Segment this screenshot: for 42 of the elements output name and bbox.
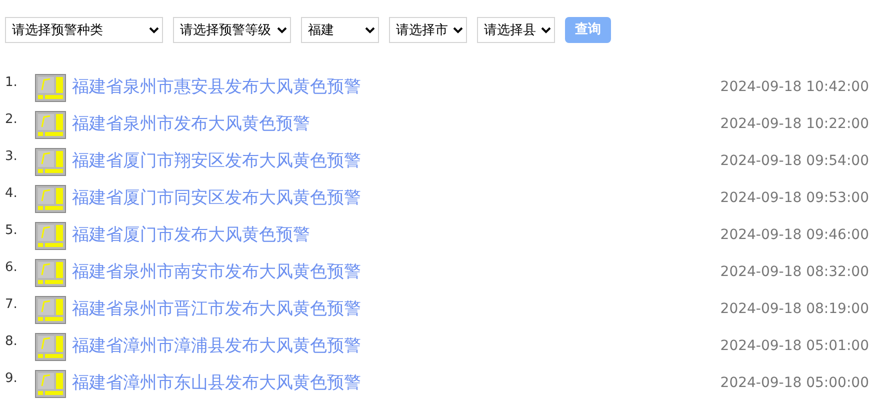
filter-dropdown[interactable]: 请选择县 bbox=[477, 17, 555, 43]
list-number: 7. bbox=[5, 296, 18, 314]
alert-link[interactable]: 福建省泉州市南安市发布大风黄色预警 bbox=[72, 260, 361, 286]
warning-sign-icon bbox=[35, 370, 66, 398]
alert-link[interactable]: 福建省泉州市发布大风黄色预警 bbox=[72, 112, 310, 138]
filter-dropdown[interactable]: 请选择市 bbox=[389, 17, 467, 43]
warning-sign-icon bbox=[35, 148, 66, 176]
list-number: 8. bbox=[5, 333, 18, 351]
alert-time: 2024-09-18 05:01:00 bbox=[720, 337, 869, 356]
alert-time: 2024-09-18 05:00:00 bbox=[720, 374, 869, 393]
alert-link[interactable]: 福建省漳州市东山县发布大风黄色预警 bbox=[72, 370, 361, 396]
warning-sign-icon bbox=[35, 74, 66, 102]
filter-dropdown[interactable]: 福建 bbox=[301, 17, 379, 43]
warning-sign-icon bbox=[35, 110, 66, 138]
alert-time: 2024-09-18 10:22:00 bbox=[720, 115, 869, 134]
list-number: 3. bbox=[5, 148, 18, 166]
alert-time: 2024-09-18 09:54:00 bbox=[720, 152, 869, 171]
search-button[interactable]: 查询 bbox=[565, 17, 611, 43]
warning-sign-icon bbox=[35, 222, 66, 250]
alert-link[interactable]: 福建省泉州市晋江市发布大风黄色预警 bbox=[72, 296, 361, 322]
alert-link[interactable]: 福建省漳州市漳浦县发布大风黄色预警 bbox=[72, 334, 361, 360]
list-number: 1. bbox=[5, 74, 18, 92]
alert-time: 2024-09-18 09:46:00 bbox=[720, 226, 869, 245]
filter-dropdown[interactable]: 请选择预警等级 bbox=[173, 17, 291, 43]
alert-time: 2024-09-18 09:53:00 bbox=[720, 189, 869, 208]
list-number: 5. bbox=[5, 222, 18, 240]
list-number: 2. bbox=[5, 111, 18, 129]
warning-sign-icon bbox=[35, 296, 66, 324]
alert-link[interactable]: 福建省厦门市同安区发布大风黄色预警 bbox=[72, 186, 361, 212]
alert-time: 2024-09-18 08:19:00 bbox=[720, 300, 869, 319]
alert-time: 2024-09-18 10:42:00 bbox=[720, 78, 869, 97]
filter-dropdown[interactable]: 请选择预警种类 bbox=[5, 17, 163, 43]
alert-link[interactable]: 福建省厦门市发布大风黄色预警 bbox=[72, 222, 310, 248]
warning-sign-icon bbox=[35, 258, 66, 286]
list-number: 4. bbox=[5, 185, 18, 203]
warning-sign-icon bbox=[35, 332, 66, 360]
list-number: 9. bbox=[5, 370, 18, 388]
warning-sign-icon bbox=[35, 184, 66, 212]
alert-time: 2024-09-18 08:32:00 bbox=[720, 263, 869, 282]
alert-link[interactable]: 福建省泉州市惠安县发布大风黄色预警 bbox=[72, 74, 361, 100]
alert-link[interactable]: 福建省厦门市翔安区发布大风黄色预警 bbox=[72, 148, 361, 174]
list-number: 6. bbox=[5, 259, 18, 277]
